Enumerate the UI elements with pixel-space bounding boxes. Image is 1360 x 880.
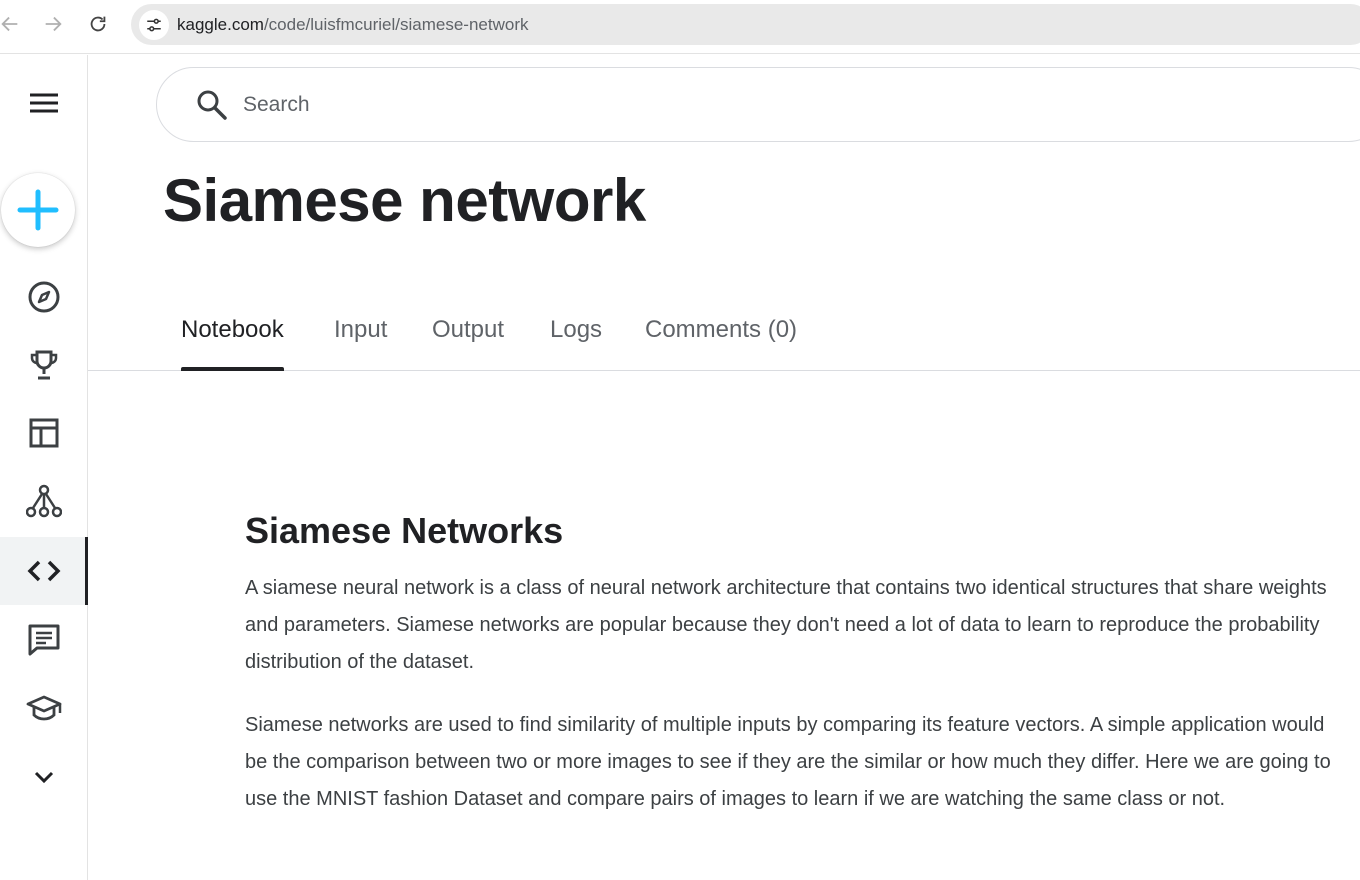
- learn-icon: [26, 695, 61, 721]
- url-path: /code/luisfmcuriel/siamese-network: [263, 15, 529, 34]
- models-icon: [25, 484, 62, 518]
- nav-models[interactable]: [0, 467, 87, 535]
- menu-icon: [29, 93, 58, 113]
- nav-home[interactable]: [0, 263, 87, 331]
- nav-discussions[interactable]: [0, 606, 87, 674]
- address-bar[interactable]: kaggle.com/code/luisfmcuriel/siamese-net…: [131, 4, 1360, 45]
- tab-bar: Notebook Input Output Logs Comments (0): [88, 300, 1360, 371]
- tab-logs[interactable]: Logs: [550, 316, 602, 371]
- notebook-paragraph: Siamese networks are used to find simila…: [245, 714, 1331, 810]
- search-bar[interactable]: [156, 67, 1360, 142]
- forward-arrow-icon[interactable]: [39, 10, 67, 38]
- nav-code[interactable]: [0, 537, 88, 605]
- back-arrow-icon[interactable]: [0, 10, 24, 38]
- reload-icon[interactable]: [84, 10, 112, 38]
- notebook-heading: Siamese Networks: [245, 510, 564, 551]
- url-text[interactable]: kaggle.com/code/luisfmcuriel/siamese-net…: [177, 15, 528, 35]
- url-host: kaggle.com: [177, 15, 264, 34]
- compass-icon: [28, 281, 59, 313]
- tab-comments[interactable]: Comments (0): [645, 316, 797, 371]
- discussion-icon: [28, 624, 59, 656]
- tab-input[interactable]: Input: [334, 316, 387, 371]
- plus-icon: [17, 189, 59, 231]
- code-icon: [27, 560, 60, 582]
- chevron-down-icon: [34, 771, 53, 784]
- left-navigation-rail: [0, 55, 88, 880]
- trophy-icon: [30, 350, 57, 380]
- search-input[interactable]: [243, 88, 1143, 122]
- nav-more[interactable]: [0, 743, 87, 811]
- tab-notebook[interactable]: Notebook: [181, 316, 284, 371]
- create-button[interactable]: [1, 173, 75, 247]
- nav-competitions[interactable]: [0, 331, 87, 399]
- nav-learn[interactable]: [0, 675, 87, 743]
- tab-output[interactable]: Output: [432, 316, 504, 371]
- nav-datasets[interactable]: [0, 399, 87, 467]
- table-icon: [29, 418, 58, 448]
- search-icon: [197, 90, 227, 120]
- site-info-icon[interactable]: [139, 10, 169, 40]
- browser-toolbar: kaggle.com/code/luisfmcuriel/siamese-net…: [0, 0, 1360, 54]
- notebook-paragraph: A siamese neural network is a class of n…: [245, 577, 1327, 673]
- menu-button[interactable]: [0, 69, 87, 137]
- page-title: Siamese network: [163, 167, 646, 234]
